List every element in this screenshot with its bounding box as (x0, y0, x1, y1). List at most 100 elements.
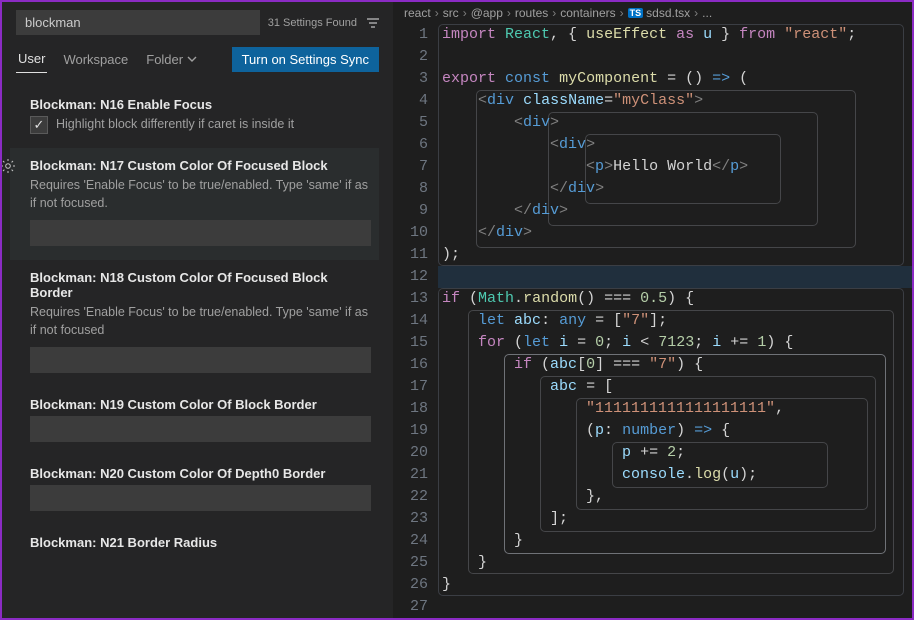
bc-sep: › (435, 6, 439, 20)
bc-sep: › (507, 6, 511, 20)
code-line[interactable] (442, 46, 912, 68)
typescript-badge-icon: TS (628, 8, 644, 18)
tab-user[interactable]: User (16, 45, 47, 73)
code-line[interactable]: for (let i = 0; i < 7123; i += 1) { (442, 332, 912, 354)
code-line[interactable]: <div> (442, 134, 912, 156)
checkbox[interactable]: ✓ (30, 116, 48, 134)
code-line[interactable]: <p>Hello World</p> (442, 156, 912, 178)
tab-workspace[interactable]: Workspace (61, 46, 130, 73)
bc-trail[interactable]: ... (702, 6, 712, 20)
code-line[interactable]: ); (442, 244, 912, 266)
code-line[interactable]: if (Math.random() === 0.5) { (442, 288, 912, 310)
bc-file[interactable]: TS sdsd.tsx (628, 6, 691, 20)
bc-part[interactable]: react (404, 6, 431, 20)
setting-text-input[interactable] (30, 347, 371, 373)
setting-text-input[interactable] (30, 485, 371, 511)
code-line[interactable]: export const myComponent = () => ( (442, 68, 912, 90)
code-line[interactable]: (p: number) => { (442, 420, 912, 442)
code-line[interactable]: let abc: any = ["7"]; (442, 310, 912, 332)
breadcrumbs[interactable]: react › src › @app › routes › containers › TS… (394, 2, 912, 24)
code-line[interactable]: p += 2; (442, 442, 912, 464)
setting-description: Highlight block differently if caret is … (56, 116, 294, 134)
code-line[interactable]: <div> (442, 112, 912, 134)
tab-folder[interactable]: Folder (144, 46, 199, 73)
setting-text-input[interactable] (30, 220, 371, 246)
setting-text-input[interactable] (30, 416, 371, 442)
setting-checkbox-row: ✓ Highlight block differently if caret is… (30, 116, 371, 134)
code-editor[interactable]: 1234567891011121314151617181920212223242… (394, 24, 912, 618)
code-line[interactable]: console.log(u); (442, 464, 912, 486)
code-line[interactable]: </div> (442, 200, 912, 222)
setting-item[interactable]: Blockman: N16 Enable Focus✓Highlight blo… (10, 87, 379, 148)
filter-icon[interactable] (365, 15, 381, 31)
code-line[interactable]: </div> (442, 178, 912, 200)
settings-list[interactable]: Blockman: N16 Enable Focus✓Highlight blo… (2, 73, 393, 618)
line-number: 3 (394, 68, 428, 90)
settings-search-row: 31 Settings Found (2, 2, 393, 41)
code-line[interactable]: if (abc[0] === "7") { (442, 354, 912, 376)
line-number: 16 (394, 354, 428, 376)
chevron-down-icon (187, 52, 197, 67)
line-number: 12 (394, 266, 428, 288)
code-line[interactable] (442, 596, 912, 618)
setting-item[interactable]: Blockman: N19 Custom Color Of Block Bord… (10, 387, 379, 456)
settings-found-count: 31 Settings Found (268, 17, 357, 29)
code-content[interactable]: import React, { useEffect as u } from "r… (438, 24, 912, 618)
line-number: 10 (394, 222, 428, 244)
line-number: 14 (394, 310, 428, 332)
code-line[interactable]: }, (442, 486, 912, 508)
line-number: 22 (394, 486, 428, 508)
tab-folder-label: Folder (146, 52, 183, 67)
code-line[interactable]: "1111111111111111111", (442, 398, 912, 420)
bc-sep: › (552, 6, 556, 20)
bc-sep: › (620, 6, 624, 20)
line-number: 23 (394, 508, 428, 530)
settings-search-input[interactable] (16, 10, 260, 35)
gear-icon[interactable] (2, 158, 16, 177)
bc-sep: › (694, 6, 698, 20)
line-number: 19 (394, 420, 428, 442)
code-line[interactable]: } (442, 530, 912, 552)
bc-part[interactable]: containers (560, 6, 615, 20)
setting-item[interactable]: Blockman: N20 Custom Color Of Depth0 Bor… (10, 456, 379, 525)
bc-part[interactable]: src (443, 6, 459, 20)
line-number-gutter: 1234567891011121314151617181920212223242… (394, 24, 438, 618)
line-number: 20 (394, 442, 428, 464)
bc-sep: › (463, 6, 467, 20)
code-line[interactable] (442, 266, 912, 288)
line-number: 17 (394, 376, 428, 398)
line-number: 6 (394, 134, 428, 156)
line-number: 26 (394, 574, 428, 596)
line-number: 24 (394, 530, 428, 552)
line-number: 9 (394, 200, 428, 222)
line-number: 11 (394, 244, 428, 266)
setting-title: Blockman: N18 Custom Color Of Focused Bl… (30, 270, 371, 300)
editor-panel: react › src › @app › routes › containers › TS… (394, 2, 912, 618)
code-line[interactable]: } (442, 552, 912, 574)
bc-part[interactable]: routes (515, 6, 548, 20)
line-number: 5 (394, 112, 428, 134)
code-line[interactable]: import React, { useEffect as u } from "r… (442, 24, 912, 46)
setting-description: Requires 'Enable Focus' to be true/enabl… (30, 177, 371, 212)
code-line[interactable]: </div> (442, 222, 912, 244)
code-line[interactable]: <div className="myClass"> (442, 90, 912, 112)
line-number: 2 (394, 46, 428, 68)
setting-title: Blockman: N20 Custom Color Of Depth0 Bor… (30, 466, 371, 481)
bc-file-name: sdsd.tsx (646, 6, 690, 20)
line-number: 27 (394, 596, 428, 618)
line-number: 15 (394, 332, 428, 354)
setting-item[interactable]: Blockman: N21 Border Radius (10, 525, 379, 568)
setting-item[interactable]: Blockman: N17 Custom Color Of Focused Bl… (10, 148, 379, 260)
code-line[interactable]: abc = [ (442, 376, 912, 398)
bc-part[interactable]: @app (471, 6, 503, 20)
code-line[interactable]: } (442, 574, 912, 596)
line-number: 8 (394, 178, 428, 200)
line-number: 25 (394, 552, 428, 574)
setting-title: Blockman: N21 Border Radius (30, 535, 371, 550)
setting-title: Blockman: N17 Custom Color Of Focused Bl… (30, 158, 371, 173)
code-line[interactable]: ]; (442, 508, 912, 530)
line-number: 4 (394, 90, 428, 112)
settings-tabs: User Workspace Folder Turn on Settings S… (2, 41, 393, 73)
setting-item[interactable]: Blockman: N18 Custom Color Of Focused Bl… (10, 260, 379, 387)
settings-sync-button[interactable]: Turn on Settings Sync (232, 47, 379, 72)
